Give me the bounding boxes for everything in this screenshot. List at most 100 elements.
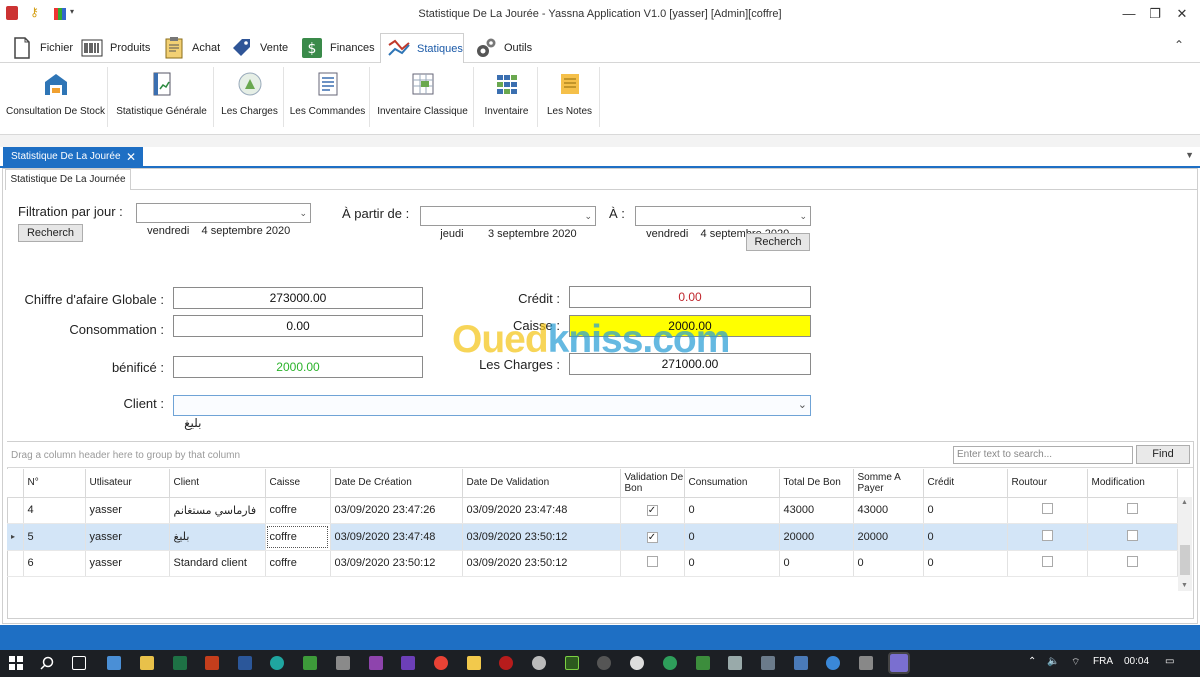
cell-credit[interactable]: 0 [923, 523, 1008, 551]
task-view-icon[interactable] [72, 656, 86, 670]
grid-scrollbar[interactable]: ▲ ▼ [1178, 497, 1192, 591]
col-utilisateur[interactable]: Utlisateur [85, 469, 170, 498]
col-n[interactable]: N° [23, 469, 86, 498]
chrome-icon[interactable] [434, 656, 448, 670]
ribbon-inventaire-classique[interactable]: Inventaire Classique [372, 67, 474, 127]
wifi-icon[interactable]: ⌔ [1071, 656, 1080, 669]
col-somme-payer[interactable]: Somme A Payer [853, 469, 924, 498]
cell-user[interactable]: yasser [85, 497, 170, 525]
menu-outils[interactable]: Outils [468, 33, 532, 63]
minimize-button[interactable]: — [1117, 4, 1141, 24]
cell-validation[interactable] [620, 550, 685, 578]
cell-modif[interactable] [1087, 497, 1178, 525]
cell-validated[interactable]: 03/09/2020 23:50:12 [462, 523, 621, 551]
app-icon-9[interactable] [794, 656, 808, 670]
app-icon-5[interactable] [630, 656, 644, 670]
visual-studio-icon[interactable] [369, 656, 383, 670]
powerpoint-icon[interactable] [205, 656, 219, 670]
collapse-ribbon-icon[interactable]: ⌃ [1174, 38, 1184, 52]
validation-checkbox[interactable]: ✓ [646, 531, 658, 543]
cell-payer[interactable]: 0 [853, 550, 924, 578]
cell-total[interactable]: 43000 [779, 497, 854, 525]
close-tab-icon[interactable]: ✕ [126, 147, 136, 167]
col-client[interactable]: Client [169, 469, 266, 498]
app-icon-p[interactable] [499, 656, 513, 670]
client-select[interactable]: بليغ ⌄ [173, 395, 811, 430]
cell-created[interactable]: 03/09/2020 23:47:48 [330, 523, 463, 551]
active-app-icon[interactable] [888, 652, 910, 674]
cell-total[interactable]: 20000 [779, 523, 854, 551]
app-icon-11[interactable] [859, 656, 873, 670]
modification-checkbox[interactable] [1126, 529, 1138, 541]
app-icon-7[interactable] [728, 656, 742, 670]
cell-user[interactable]: yasser [85, 550, 170, 578]
language-indicator[interactable]: FRA [1093, 656, 1113, 667]
validation-checkbox[interactable]: ✓ [646, 505, 658, 517]
menu-fichier[interactable]: Fichier [4, 33, 73, 63]
ribbon-inventaire[interactable]: Inventaire [476, 67, 538, 127]
volume-icon[interactable]: 🔈 [1047, 656, 1059, 667]
app-icon-8[interactable] [761, 656, 775, 670]
cell-user[interactable]: yasser [85, 523, 170, 551]
app-icon-1[interactable] [107, 656, 121, 670]
retour-checkbox[interactable] [1041, 529, 1053, 541]
menu-achat[interactable]: Achat [156, 33, 220, 63]
modification-checkbox[interactable] [1126, 503, 1138, 515]
retour-checkbox[interactable] [1041, 503, 1053, 515]
col-modification[interactable]: Modification [1087, 469, 1178, 498]
visual-studio-icon-2[interactable] [401, 656, 415, 670]
app-icon-2[interactable] [140, 656, 154, 670]
col-total-bon[interactable]: Total De Bon [779, 469, 854, 498]
search-icon[interactable] [40, 656, 54, 670]
validation-checkbox[interactable] [646, 556, 658, 568]
cell-credit[interactable]: 0 [923, 497, 1008, 525]
settings-icon[interactable] [532, 656, 546, 670]
app-icon-6[interactable] [696, 656, 710, 670]
cell-n[interactable]: 4 [23, 497, 86, 525]
grid-search-input[interactable]: Enter text to search... [953, 446, 1133, 464]
menu-produits[interactable]: Produits [74, 33, 152, 63]
ribbon-les-commandes[interactable]: Les Commandes [286, 67, 370, 127]
clock[interactable]: 00:04 [1124, 656, 1149, 667]
scroll-thumb[interactable] [1180, 545, 1190, 575]
maximize-button[interactable]: ❐ [1143, 4, 1167, 24]
dreamweaver-icon[interactable] [565, 656, 579, 670]
table-row[interactable]: 4 yasser فارماسي مستغانم coffre 03/09/20… [7, 497, 1178, 525]
cell-retour[interactable] [1007, 497, 1088, 525]
cell-validation[interactable]: ✓ [620, 523, 685, 551]
col-validation-bon[interactable]: Validation De Bon [620, 469, 685, 498]
cell-client[interactable]: بليغ [169, 523, 266, 551]
app-icon-3[interactable] [336, 656, 350, 670]
retour-checkbox[interactable] [1041, 556, 1053, 568]
menu-finances[interactable]: $ Finances [294, 33, 376, 63]
find-button[interactable]: Find [1136, 445, 1190, 464]
col-date-creation[interactable]: Date De Création [330, 469, 463, 498]
cell-client[interactable]: Standard client [169, 550, 266, 578]
from-date-picker[interactable]: jeudi 3 septembre 2020 ⌄ [420, 206, 596, 240]
cell-validated[interactable]: 03/09/2020 23:47:48 [462, 497, 621, 525]
cell-validated[interactable]: 03/09/2020 23:50:12 [462, 550, 621, 578]
cell-caisse[interactable]: coffre [265, 497, 331, 525]
app-icon-c[interactable] [303, 656, 317, 670]
table-row-selected[interactable]: ▸ 5 yasser بليغ coffre 03/09/2020 23:47:… [7, 523, 1178, 551]
edge-icon[interactable] [270, 656, 284, 670]
cell-conso[interactable]: 0 [684, 550, 780, 578]
cell-conso[interactable]: 0 [684, 523, 780, 551]
tab-list-dropdown-icon[interactable]: ▼ [1185, 150, 1194, 160]
cell-payer[interactable]: 20000 [853, 523, 924, 551]
col-consumation[interactable]: Consumation [684, 469, 780, 498]
close-button[interactable]: ✕ [1170, 4, 1194, 24]
cell-created[interactable]: 03/09/2020 23:50:12 [330, 550, 463, 578]
ribbon-les-notes[interactable]: Les Notes [540, 67, 600, 127]
notification-icon[interactable]: ▭ [1165, 656, 1174, 667]
cell-modif[interactable] [1087, 523, 1178, 551]
search-range-button[interactable]: Recherch [746, 233, 810, 251]
app-icon-u[interactable] [663, 656, 677, 670]
search-day-button[interactable]: Recherch [18, 224, 83, 242]
cell-client[interactable]: فارماسي مستغانم [169, 497, 266, 525]
to-date-picker[interactable]: vendredi 4 septembre 2020 ⌄ [635, 206, 811, 240]
table-row[interactable]: 6 yasser Standard client coffre 03/09/20… [7, 550, 1178, 578]
cell-caisse[interactable]: coffre [265, 523, 331, 551]
scroll-down-icon[interactable]: ▼ [1181, 582, 1188, 589]
cell-retour[interactable] [1007, 550, 1088, 578]
